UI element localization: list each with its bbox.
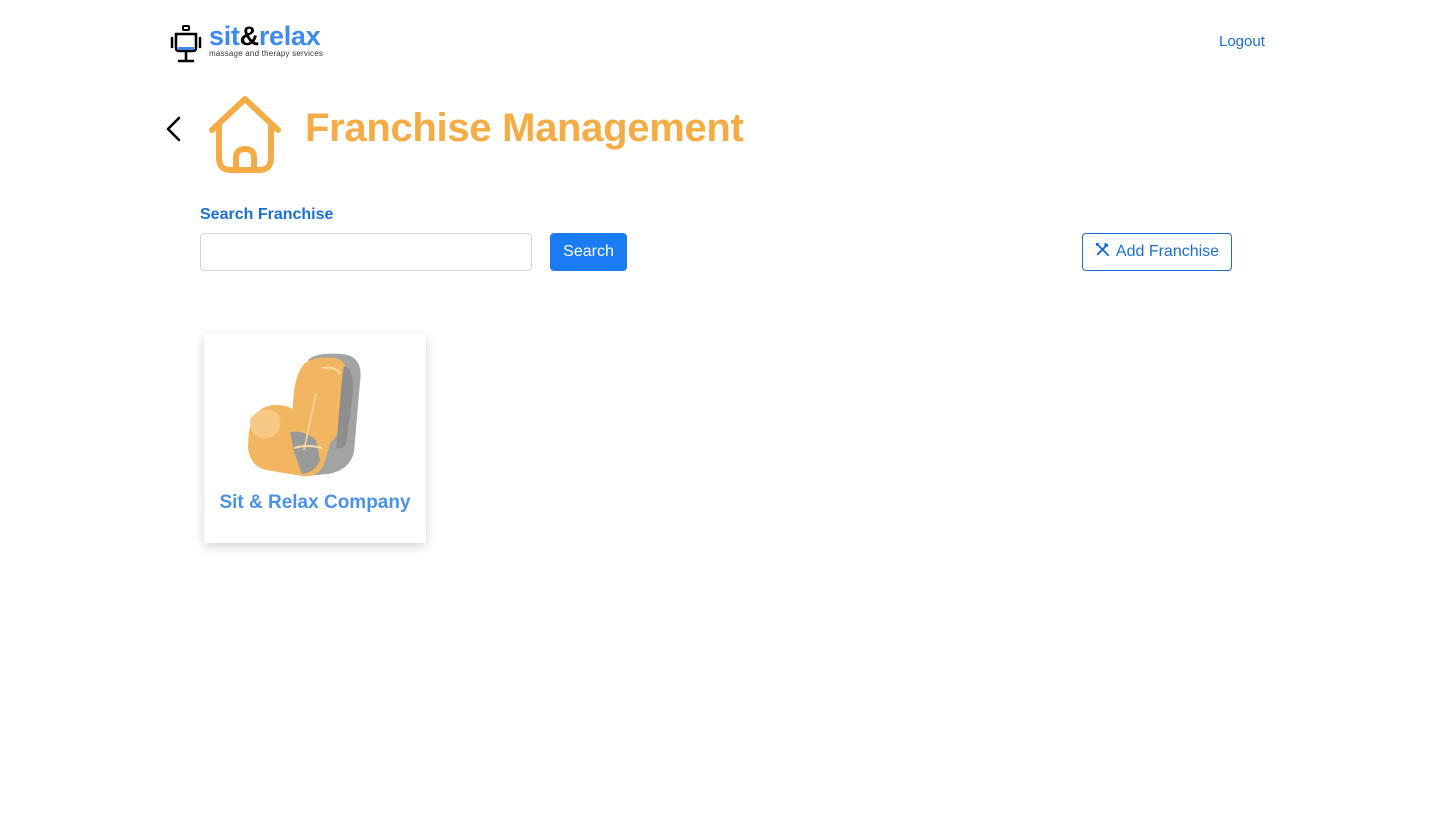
search-franchise-label: Search Franchise xyxy=(200,206,334,223)
add-franchise-label: Add Franchise xyxy=(1115,243,1220,260)
search-franchise-input[interactable] xyxy=(200,233,532,271)
massage-chair-logo-icon xyxy=(170,25,202,63)
add-franchise-button[interactable]: Add Franchise xyxy=(1082,233,1232,271)
massage-chair-image xyxy=(248,353,361,477)
house-icon xyxy=(209,96,281,173)
page-title: Franchise Management xyxy=(305,106,744,150)
search-button[interactable]: Search xyxy=(550,233,627,271)
page: sit&relax massage and therapy services L… xyxy=(0,0,1440,825)
logo-tagline: massage and therapy services xyxy=(209,49,324,58)
franchise-name: Sit & Relax Company xyxy=(219,492,411,513)
chevron-left-icon[interactable] xyxy=(162,113,186,145)
brand-logo[interactable]: sit&relax massage and therapy services xyxy=(170,22,323,64)
logout-link[interactable]: Logout xyxy=(1219,33,1265,50)
franchise-card[interactable]: Sit & Relax Company xyxy=(204,334,426,543)
tools-icon xyxy=(1095,242,1109,256)
logo-wordmark: sit&relax xyxy=(209,21,321,51)
logo-text: sit&relax massage and therapy services xyxy=(209,22,323,58)
